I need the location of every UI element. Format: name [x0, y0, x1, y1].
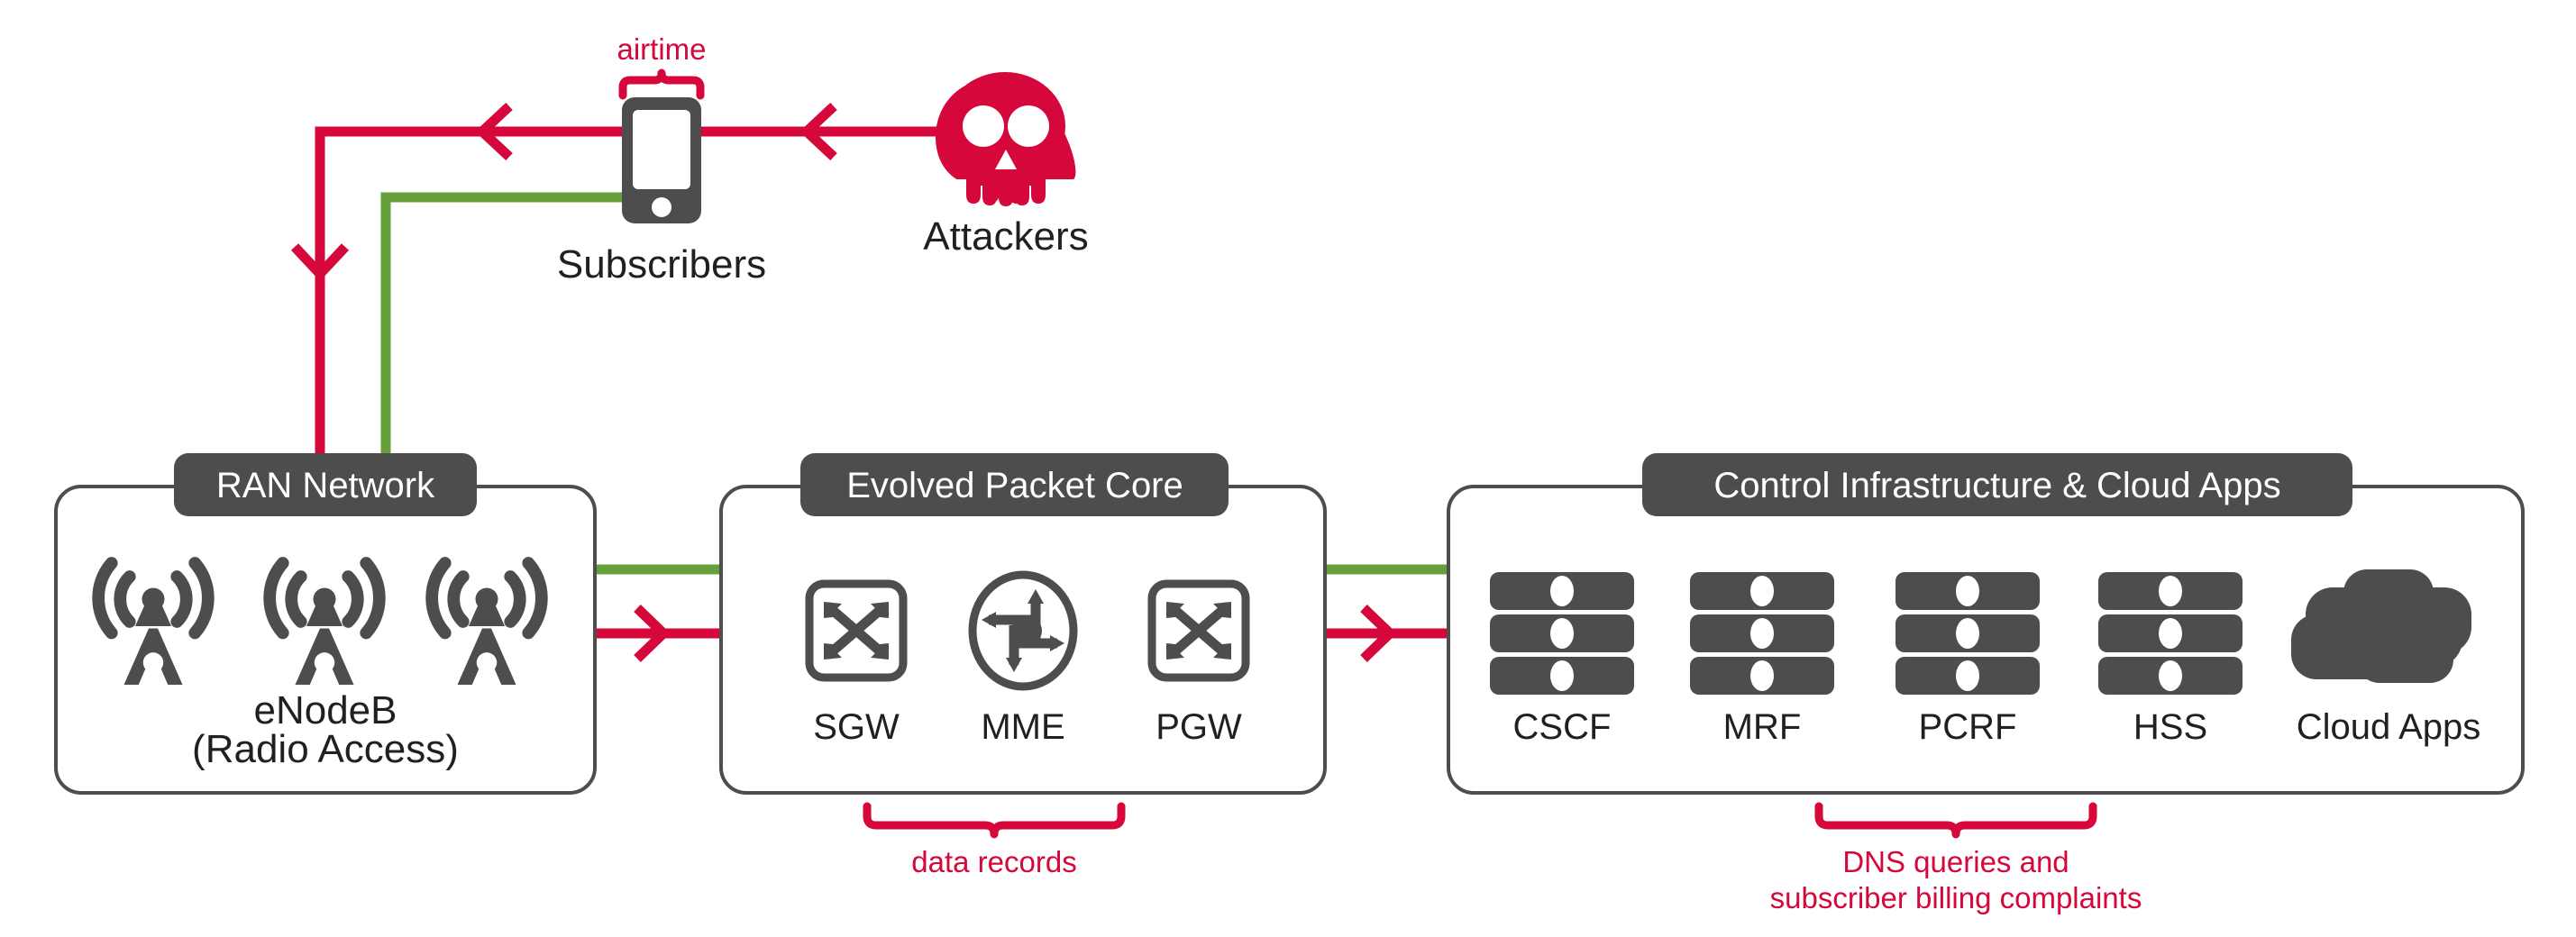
annotation-dns-queries-line2: subscriber billing complaints — [1770, 881, 2142, 914]
mobile-phone-icon — [622, 97, 701, 223]
ran-caption-line1: eNodeB — [253, 688, 397, 732]
node-label-mme: MME — [981, 707, 1064, 747]
zone-title-control: Control Infrastructure & Cloud Apps — [1713, 466, 2280, 505]
attackers-label: Attackers — [923, 214, 1088, 259]
ran-caption-line2: (Radio Access) — [192, 727, 459, 771]
node-label-hss: HSS — [2133, 707, 2207, 747]
cell-tower-icon-2 — [263, 557, 386, 685]
annotation-dns-queries-line1: DNS queries and — [1842, 845, 2069, 878]
server-rack-icon-mrf — [1690, 572, 1834, 695]
annotation-data-records: data records — [911, 845, 1076, 878]
cell-tower-icon-1 — [92, 557, 215, 685]
node-label-sgw: SGW — [813, 707, 900, 747]
skull-icon — [936, 72, 1076, 212]
node-label-pgw: PGW — [1156, 707, 1242, 747]
network-architecture-diagram: airtime Subscribers Attackers RAN Networ… — [0, 0, 2576, 937]
network-router-icon-mme — [968, 570, 1078, 691]
curly-brace-down-icon-dns-billing — [1814, 802, 2097, 839]
airtime-label: airtime — [617, 32, 706, 66]
skull-eye-left — [963, 105, 1004, 147]
network-switch-icon-pgw — [1147, 579, 1250, 682]
node-label-mrf: MRF — [1723, 707, 1802, 747]
node-label-cscf: CSCF — [1513, 707, 1612, 747]
subscribers-label: Subscribers — [557, 242, 766, 287]
node-label-pcrf: PCRF — [1919, 707, 2017, 747]
cell-tower-icon-3 — [425, 557, 548, 685]
server-rack-icon-cscf — [1490, 572, 1634, 695]
zone-title-ran: RAN Network — [216, 466, 435, 505]
skull-eye-right — [1008, 105, 1049, 147]
zone-title-epc: Evolved Packet Core — [846, 466, 1183, 505]
server-rack-icon-hss — [2098, 572, 2243, 695]
server-rack-icon-pcrf — [1895, 572, 2040, 695]
curly-brace-up-icon — [618, 68, 705, 100]
cloud-icon — [2291, 569, 2471, 683]
diagram-content-layer: airtime Subscribers Attackers RAN Networ… — [54, 32, 2525, 914]
node-label-cloud-apps: Cloud Apps — [2297, 707, 2481, 747]
curly-brace-down-icon-data-records — [863, 802, 1126, 839]
network-switch-icon-sgw — [805, 579, 908, 682]
